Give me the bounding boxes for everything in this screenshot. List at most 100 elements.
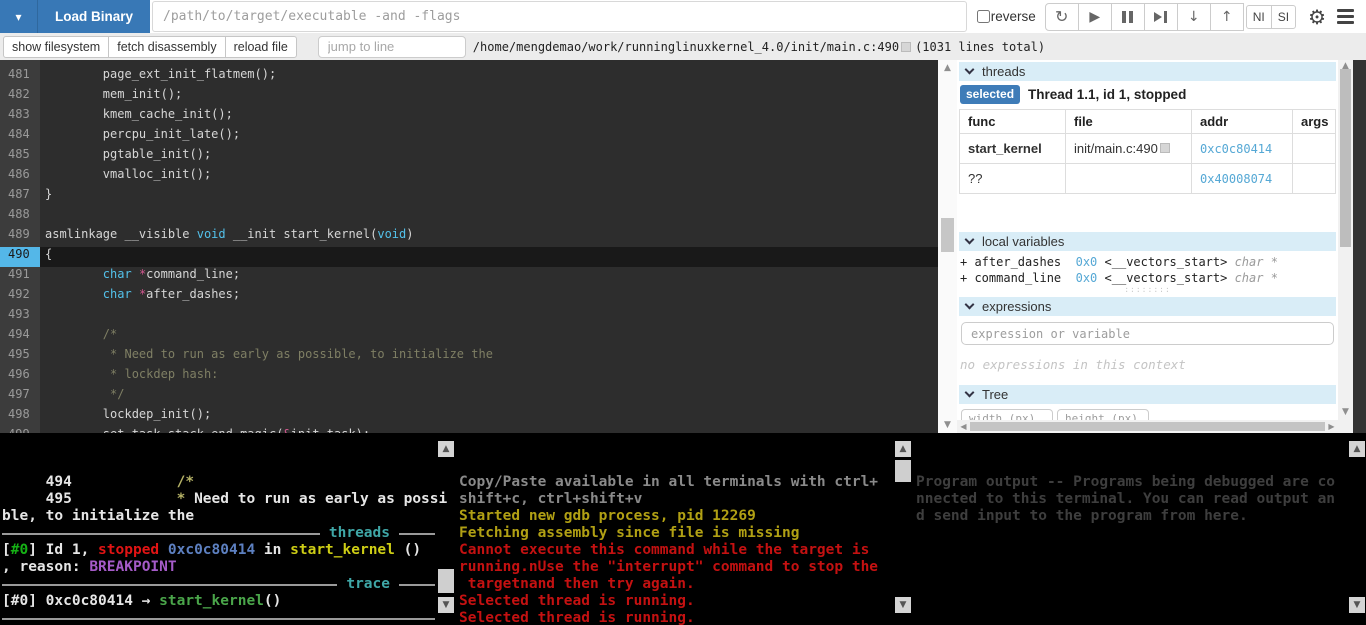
line-number[interactable]: 498 (0, 407, 40, 427)
arrow-down-icon: ↓ (1188, 9, 1200, 25)
expand-plus-icon[interactable]: + (960, 271, 974, 285)
step-next-icon (1154, 11, 1167, 23)
terminal-line: running.nUse the "interrupt" command to … (459, 559, 892, 576)
pause-button[interactable] (1111, 3, 1145, 31)
threads-column-header: file (1066, 110, 1192, 134)
scroll-right-icon[interactable]: ▶ (1325, 420, 1338, 433)
line-number[interactable]: 494 (0, 327, 40, 347)
scroll-up-icon[interactable]: ▲ (938, 63, 957, 73)
source-vertical-scrollbar[interactable]: ▲ ▼ (938, 60, 957, 433)
terminal-scrollbar[interactable]: ▲ ▼ (1349, 441, 1365, 613)
continue-button[interactable]: ▶ (1078, 3, 1112, 31)
step-into-button[interactable]: ↓ (1177, 3, 1211, 31)
fetch-disassembly-button[interactable]: fetch disassembly (108, 36, 225, 58)
line-number[interactable]: 486 (0, 167, 40, 187)
frame-addr-link[interactable]: 0x40008074 (1200, 172, 1272, 186)
scroll-down-icon[interactable]: ▼ (895, 597, 911, 613)
line-number[interactable]: 496 (0, 367, 40, 387)
tree-section-header[interactable]: Tree (959, 385, 1336, 404)
expressions-section-header[interactable]: expressions (959, 297, 1336, 316)
line-number[interactable]: 488 (0, 207, 40, 227)
terminal-separator: trace (2, 576, 435, 593)
terminal-scrollbar[interactable]: ▲ ▼ (438, 441, 454, 613)
step-out-button[interactable]: ↑ (1210, 3, 1244, 31)
terminal-scrollbar-thumb[interactable] (895, 460, 911, 482)
sidebar-horizontal-scrollbar[interactable]: ◀ ▶ (957, 420, 1338, 433)
line-number[interactable]: 492 (0, 287, 40, 307)
line-number[interactable]: 481 (0, 67, 40, 87)
scroll-up-icon[interactable]: ▲ (438, 441, 454, 457)
resize-grip[interactable]: :::::::: (957, 286, 1338, 295)
scroll-down-icon[interactable]: ▼ (1349, 597, 1365, 613)
restart-button[interactable]: ↻ (1045, 3, 1079, 31)
separator-line (2, 618, 435, 620)
line-number[interactable]: 495 (0, 347, 40, 367)
jump-to-line-input[interactable] (318, 36, 466, 58)
terminal-text: * (177, 491, 194, 507)
binary-path-input[interactable] (152, 1, 967, 32)
line-number[interactable]: 489 (0, 227, 40, 247)
terminal-text: Need to run as early as possi (194, 491, 447, 507)
source-line-code: * Need to run as early as possible, to i… (40, 347, 938, 367)
code-segment: after_dashes; (146, 287, 240, 301)
play-icon: ▶ (1089, 9, 1100, 25)
menu-hamburger-icon[interactable] (1337, 9, 1354, 25)
load-binary-dropdown-caret[interactable]: ▾ (0, 0, 37, 33)
terminal-scrollbar[interactable]: ▲ ▼ (895, 441, 911, 613)
variable-name: after_dashes (974, 255, 1075, 269)
scroll-down-icon[interactable]: ▼ (438, 597, 454, 613)
step-instruction-button[interactable]: SI (1271, 5, 1296, 29)
scroll-up-icon[interactable]: ▲ (895, 441, 911, 457)
frame-args-cell (1293, 134, 1336, 164)
source-code[interactable]: 481 page_ext_init_flatmem();482 mem_init… (0, 60, 938, 433)
threads-section-header[interactable]: threads (959, 62, 1336, 81)
reload-file-button[interactable]: reload file (225, 36, 297, 58)
locals-section-header[interactable]: local variables (959, 232, 1336, 251)
line-number[interactable]: 485 (0, 147, 40, 167)
load-binary-button[interactable]: Load Binary (37, 0, 150, 33)
terminal-scrollbar-thumb[interactable] (438, 569, 454, 593)
line-number[interactable]: 483 (0, 107, 40, 127)
line-number[interactable]: 491 (0, 267, 40, 287)
tree-title: Tree (982, 387, 1008, 402)
gdb-console-terminal[interactable]: Copy/Paste available in all terminals wi… (455, 433, 912, 625)
terminal-line: Program output -- Programs being debugge… (916, 474, 1348, 491)
terminal-content: Program output -- Programs being debugge… (916, 474, 1348, 525)
scroll-down-icon[interactable]: ▼ (938, 420, 957, 430)
copy-file-icon[interactable] (1160, 143, 1170, 153)
line-number[interactable]: 497 (0, 387, 40, 407)
copy-path-icon[interactable] (901, 42, 911, 52)
thread-frame-row[interactable]: ??0x40008074 (960, 164, 1336, 194)
terminal-text: Fetching assembly since file is missing (459, 525, 799, 541)
scroll-down-icon[interactable]: ▼ (1338, 407, 1353, 417)
scroll-left-icon[interactable]: ◀ (957, 420, 970, 433)
line-number[interactable]: 484 (0, 127, 40, 147)
thread-frame-row[interactable]: start_kernelinit/main.c:4900xc0c80414 (960, 134, 1336, 164)
line-number[interactable]: 487 (0, 187, 40, 207)
sidebar-hscrollbar-thumb[interactable] (970, 422, 1325, 431)
source-scrollbar-thumb[interactable] (941, 218, 954, 252)
expand-plus-icon[interactable]: + (960, 255, 974, 269)
line-number[interactable]: 482 (0, 87, 40, 107)
line-number[interactable]: 490 (0, 247, 40, 267)
locals-title: local variables (982, 234, 1064, 249)
next-instruction-button[interactable]: NI (1246, 5, 1272, 29)
terminal-text: nnected to this terminal. You can read o… (916, 491, 1335, 507)
sidebar-scrollbar-thumb[interactable] (1340, 69, 1351, 247)
expression-input[interactable] (961, 322, 1334, 345)
frame-addr-link[interactable]: 0xc0c80414 (1200, 142, 1272, 156)
settings-gear-icon[interactable]: ⚙ (1308, 7, 1326, 27)
terminal-text: [#0] 0xc0c80414 → (2, 593, 159, 609)
code-segment: /* (45, 327, 117, 341)
terminal-line: shift+c, ctrl+shift+v (459, 491, 892, 508)
sidebar-vertical-scrollbar[interactable]: ▲ ▼ (1338, 60, 1353, 433)
reverse-checkbox[interactable] (977, 10, 990, 23)
terminal-text: [ (2, 542, 11, 558)
show-filesystem-button[interactable]: show filesystem (3, 36, 109, 58)
gdb-gef-terminal[interactable]: 494 /* 495 * Need to run as early as pos… (0, 433, 455, 625)
separator-label: threads (320, 525, 399, 542)
line-number[interactable]: 493 (0, 307, 40, 327)
program-output-terminal[interactable]: Program output -- Programs being debugge… (912, 433, 1366, 625)
scroll-up-icon[interactable]: ▲ (1349, 441, 1365, 457)
next-button[interactable] (1144, 3, 1178, 31)
